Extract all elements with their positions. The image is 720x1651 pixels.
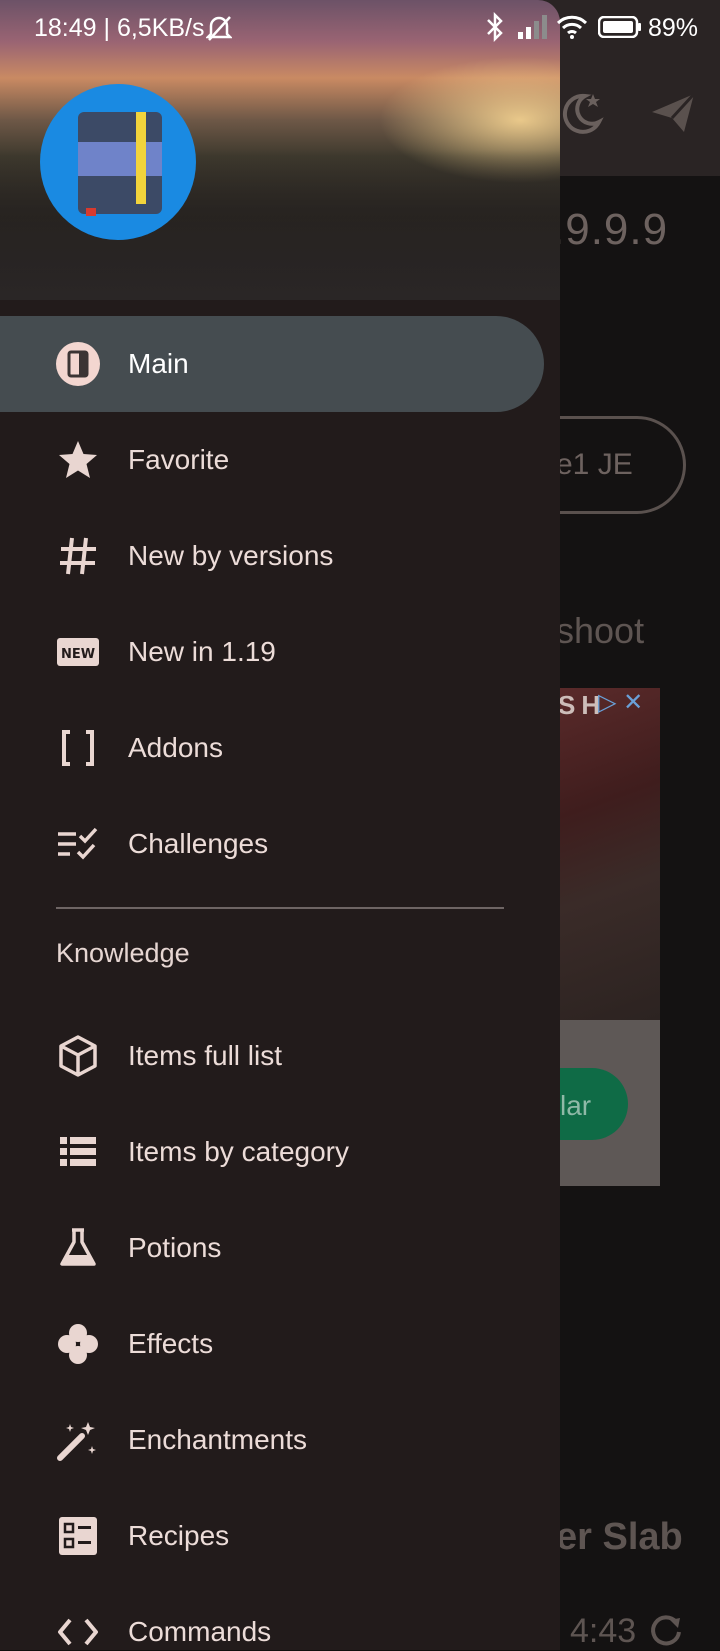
menu-item-items-by-category[interactable]: Items by category: [0, 1104, 544, 1200]
flask-icon: [60, 1228, 96, 1266]
menu-item-items-full-list[interactable]: Items full list: [0, 1008, 544, 1104]
background-item-title: er Slab: [556, 1516, 683, 1558]
menu-label: Enchantments: [128, 1424, 307, 1455]
menu-item-new-by-versions[interactable]: New by versions: [0, 508, 544, 604]
menu-label: Recipes: [128, 1520, 230, 1551]
bell-muted-icon: [206, 16, 232, 41]
recipe-icon: [59, 1517, 97, 1555]
book-icon: [56, 342, 100, 386]
menu-label: Potions: [128, 1232, 222, 1263]
wifi-icon: [556, 15, 588, 39]
menu-item-effects[interactable]: Effects: [0, 1296, 544, 1392]
svg-text:NEW: NEW: [61, 647, 95, 662]
brackets-icon: [62, 730, 94, 766]
code-icon: [58, 1618, 98, 1646]
menu-divider: [56, 907, 504, 909]
ad-choices-icon: ▷ ✕: [598, 689, 644, 716]
list-icon: [60, 1137, 96, 1166]
menu-label: New in 1.19: [128, 636, 276, 667]
menu-item-main[interactable]: Main: [0, 316, 544, 412]
background-pill-text: e1 JE: [556, 448, 633, 481]
battery-icon: [598, 16, 641, 38]
new-badge-icon: NEW: [57, 638, 99, 666]
menu-item-recipes[interactable]: Recipes: [0, 1488, 544, 1584]
bluetooth-icon: [487, 12, 503, 42]
ad-image: [560, 688, 660, 1020]
menu-item-addons[interactable]: Addons: [0, 700, 544, 796]
send-icon: [652, 92, 696, 132]
menu-label: Commands: [128, 1616, 272, 1647]
clover-icon: [58, 1324, 98, 1364]
menu-label: Effects: [128, 1328, 214, 1359]
menu-label: Main: [128, 348, 189, 379]
menu-item-potions[interactable]: Potions: [0, 1200, 544, 1296]
night-mode-icon: [562, 93, 604, 134]
app-logo[interactable]: [40, 84, 196, 240]
battery-percent: 89%: [648, 14, 699, 42]
status-time-speed: 18:49 | 6,5KB/s: [34, 14, 205, 42]
menu-item-challenges[interactable]: Challenges: [0, 796, 544, 892]
menu-label: Items full list: [128, 1040, 283, 1071]
status-bar: 18:49 | 6,5KB/s 89%: [0, 0, 720, 56]
menu-item-new-in-version[interactable]: NEW New in 1.19: [0, 604, 544, 700]
menu-label: Challenges: [128, 828, 269, 859]
background-duration: 4:43: [570, 1612, 637, 1650]
menu-label: Favorite: [128, 444, 230, 475]
checklist-icon: [58, 827, 98, 860]
signal-icon: [518, 15, 547, 39]
menu-label: New by versions: [128, 540, 334, 571]
menu-label: Items by category: [128, 1136, 349, 1167]
hash-icon: [60, 537, 96, 575]
menu-item-enchantments[interactable]: Enchantments: [0, 1392, 544, 1488]
ad-action-label: lar: [560, 1090, 592, 1121]
notebook-icon: [78, 112, 162, 216]
navigation-drawer: Main Favorite New by versions NEW New in…: [0, 0, 560, 1650]
cube-icon: [59, 1035, 97, 1077]
menu-label: Addons: [128, 732, 223, 763]
magic-wand-icon: [57, 1422, 96, 1461]
menu-item-commands[interactable]: Commands: [0, 1584, 544, 1650]
menu-item-favorite[interactable]: Favorite: [0, 412, 544, 508]
background-version-text: .9.9.9: [552, 205, 669, 254]
section-title-knowledge: Knowledge: [56, 938, 190, 968]
background-heading: shoot: [556, 610, 645, 651]
refresh-icon: [651, 1615, 681, 1646]
star-icon: [59, 441, 97, 478]
